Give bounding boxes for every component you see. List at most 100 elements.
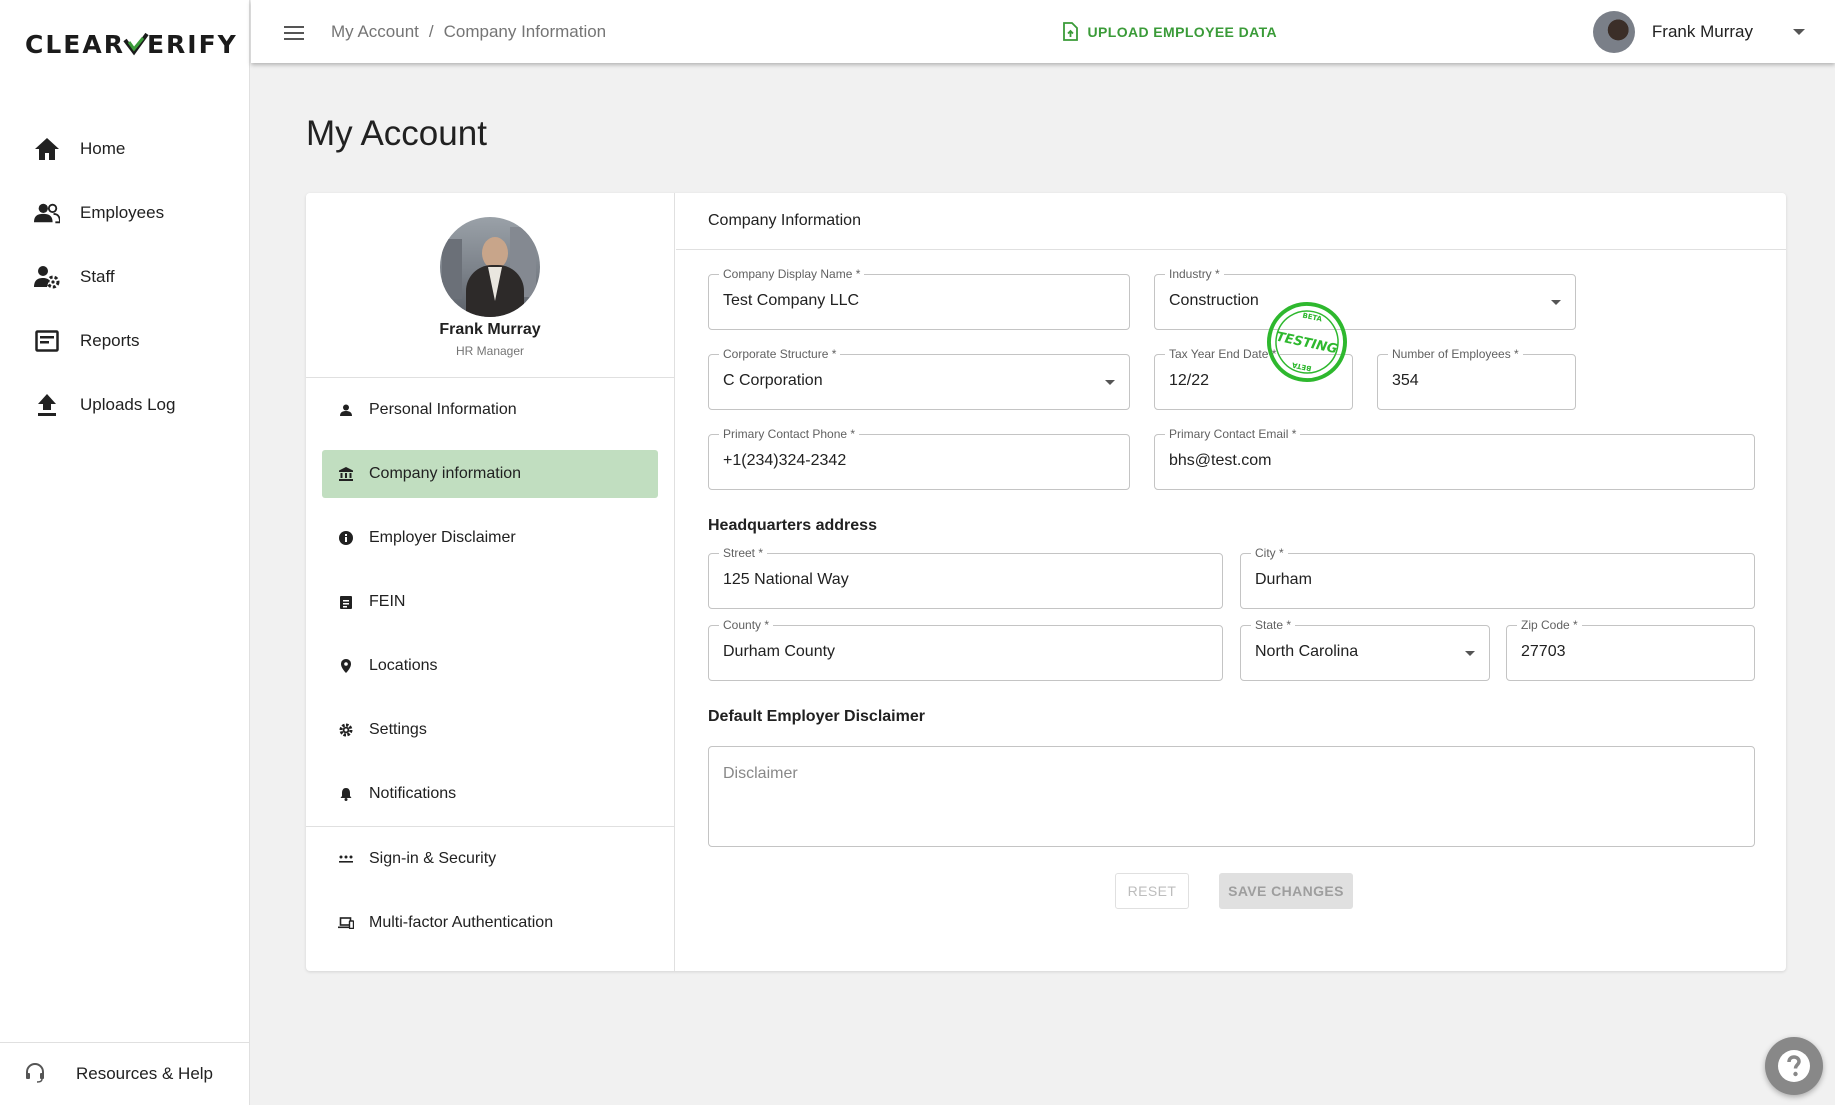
help-question-icon bbox=[1778, 1050, 1810, 1082]
bank-icon bbox=[338, 466, 354, 482]
breadcrumb-my-account[interactable]: My Account bbox=[331, 22, 419, 42]
disclaimer-placeholder: Disclaimer bbox=[723, 765, 798, 782]
user-name: Frank Murray bbox=[1651, 21, 1753, 41]
field-label: Primary Contact Phone * bbox=[719, 427, 860, 441]
help-button[interactable] bbox=[1765, 1037, 1823, 1095]
industry-select[interactable]: Industry * Construction bbox=[1154, 267, 1576, 330]
left-nav: CLEAR ERIFY Home Employees Staff Reports… bbox=[0, 0, 250, 1105]
top-app-bar: My Account / Company Information UPLOAD … bbox=[251, 0, 1835, 63]
reports-icon bbox=[34, 328, 60, 354]
field-label: Primary Contact Email * bbox=[1165, 427, 1301, 441]
field-value: bhs@test.com bbox=[1169, 452, 1272, 469]
nav-item-employees[interactable]: Employees bbox=[0, 181, 250, 245]
account-menu-settings[interactable]: Settings bbox=[322, 706, 658, 754]
avatar bbox=[1592, 10, 1635, 53]
account-menu-multi-factor-authentication[interactable]: Multi-factor Authentication bbox=[322, 899, 658, 947]
field-label: County * bbox=[719, 618, 774, 632]
nav-item-home[interactable]: Home bbox=[0, 117, 250, 181]
menu-toggle-icon[interactable] bbox=[284, 24, 306, 40]
breadcrumb: My Account / Company Information bbox=[331, 22, 606, 42]
account-card: Frank Murray HR Manager Personal Informa… bbox=[306, 193, 1786, 971]
account-menu: Personal Information Company information… bbox=[306, 378, 674, 947]
nav-item-staff[interactable]: Staff bbox=[0, 245, 250, 309]
field-value: North Carolina bbox=[1255, 643, 1359, 660]
field-label: Corporate Structure * bbox=[719, 347, 841, 361]
dropdown-arrow-icon bbox=[1465, 651, 1475, 656]
devices-icon bbox=[338, 915, 354, 931]
field-label: City * bbox=[1251, 546, 1288, 560]
field-label: Industry * bbox=[1165, 267, 1224, 281]
city-field[interactable]: City * Durham bbox=[1240, 546, 1755, 609]
corporate-structure-select[interactable]: Corporate Structure * C Corporation bbox=[708, 347, 1130, 410]
field-label: Zip Code * bbox=[1517, 618, 1582, 632]
upload-employee-data-button[interactable]: UPLOAD EMPLOYEE DATA bbox=[1062, 0, 1278, 63]
headset-icon bbox=[24, 1061, 46, 1088]
field-value: Durham bbox=[1255, 571, 1312, 588]
company-information-panel: Company Information Company Display Name… bbox=[676, 193, 1786, 971]
zip-code-field[interactable]: Zip Code * 27703 bbox=[1506, 618, 1755, 681]
account-menu-label: Notifications bbox=[369, 785, 457, 802]
account-menu-fein[interactable]: FEIN bbox=[322, 578, 658, 626]
save-changes-button[interactable]: SAVE CHANGES bbox=[1219, 873, 1353, 909]
profile-avatar bbox=[440, 217, 540, 317]
primary-contact-email-field[interactable]: Primary Contact Email * bhs@test.com bbox=[1154, 427, 1755, 490]
default-employer-disclaimer-heading: Default Employer Disclaimer bbox=[708, 708, 925, 725]
clipboard-icon bbox=[338, 594, 354, 610]
account-menu-notifications[interactable]: Notifications bbox=[322, 770, 658, 818]
chevron-down-icon bbox=[1793, 28, 1805, 35]
account-menu-sign-in-security[interactable]: Sign-in & Security bbox=[322, 835, 658, 883]
account-menu-company-information[interactable]: Company information bbox=[322, 450, 658, 498]
clearverify-logo[interactable]: CLEAR ERIFY bbox=[25, 30, 238, 59]
user-menu[interactable]: Frank Murray bbox=[1592, 0, 1805, 63]
account-menu-label: FEIN bbox=[369, 593, 406, 610]
beta-testing-stamp: BETA TESTING BETA bbox=[1267, 302, 1347, 382]
field-value: 354 bbox=[1392, 372, 1419, 389]
nav-item-label: Uploads Log bbox=[80, 395, 176, 414]
street-field[interactable]: Street * 125 National Way bbox=[708, 546, 1223, 609]
nav-item-uploads-log[interactable]: Uploads Log bbox=[0, 373, 250, 437]
reset-button[interactable]: RESET bbox=[1115, 873, 1189, 909]
account-menu-label: Employer Disclaimer bbox=[369, 529, 516, 546]
field-value: 125 National Way bbox=[723, 571, 849, 588]
field-label: Street * bbox=[719, 546, 768, 560]
nav-item-reports[interactable]: Reports bbox=[0, 309, 250, 373]
field-value: 12/22 bbox=[1169, 372, 1210, 389]
field-value: 27703 bbox=[1521, 643, 1566, 660]
home-icon bbox=[34, 136, 60, 162]
account-menu-label: Locations bbox=[369, 657, 438, 674]
gear-icon bbox=[338, 722, 354, 738]
account-menu-label: Settings bbox=[369, 721, 427, 738]
person-icon bbox=[338, 402, 354, 418]
breadcrumb-current: Company Information bbox=[443, 21, 607, 41]
main-nav-list: Home Employees Staff Reports Uploads Log bbox=[0, 117, 250, 437]
account-menu-label: Sign-in & Security bbox=[369, 850, 497, 867]
county-field[interactable]: County * Durham County bbox=[708, 618, 1223, 681]
disclaimer-textarea[interactable]: Disclaimer bbox=[708, 746, 1755, 847]
page-title: My Account bbox=[306, 114, 487, 153]
account-menu-label: Company information bbox=[369, 465, 522, 482]
profile-role: HR Manager bbox=[455, 344, 525, 358]
breadcrumb-separator: / bbox=[428, 21, 434, 41]
dropdown-arrow-icon bbox=[1551, 300, 1561, 305]
profile-summary: Frank Murray HR Manager bbox=[306, 193, 674, 378]
account-menu-employer-disclaimer[interactable]: Employer Disclaimer bbox=[322, 514, 658, 562]
headquarters-address-heading: Headquarters address bbox=[708, 517, 877, 534]
account-menu-personal-information[interactable]: Personal Information bbox=[322, 386, 658, 434]
account-menu-label: Multi-factor Authentication bbox=[369, 914, 554, 931]
staff-settings-icon bbox=[34, 264, 60, 290]
account-menu-label: Personal Information bbox=[369, 401, 517, 418]
logo-text-left: CLEAR bbox=[25, 30, 125, 59]
account-sidebar: Frank Murray HR Manager Personal Informa… bbox=[306, 193, 675, 971]
file-upload-icon bbox=[1062, 22, 1078, 41]
state-select[interactable]: State * North Carolina bbox=[1240, 618, 1490, 681]
nav-item-label: Employees bbox=[80, 203, 165, 222]
resources-help-link[interactable]: Resources & Help bbox=[0, 1042, 250, 1105]
company-display-name-field[interactable]: Company Display Name * Test Company LLC bbox=[708, 267, 1130, 330]
logo-text-right: ERIFY bbox=[146, 30, 238, 59]
stamp-middle-text: TESTING bbox=[1275, 330, 1339, 358]
nav-item-label: Reports bbox=[80, 331, 140, 350]
account-menu-locations[interactable]: Locations bbox=[322, 642, 658, 690]
number-of-employees-field[interactable]: Number of Employees * 354 bbox=[1377, 347, 1576, 410]
field-value: Construction bbox=[1169, 292, 1259, 309]
primary-contact-phone-field[interactable]: Primary Contact Phone * +1(234)324-2342 bbox=[708, 427, 1130, 490]
